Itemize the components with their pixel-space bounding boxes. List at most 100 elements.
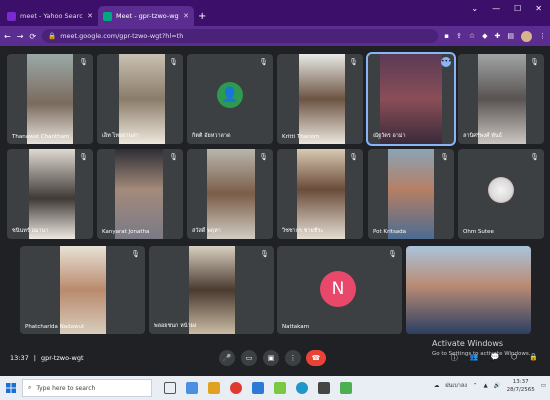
close-tab-icon[interactable]: ✕ (87, 12, 93, 20)
menu-icon[interactable]: ⋮ (539, 32, 546, 40)
participant-tile[interactable]: N 🎙 Nattakarn (277, 246, 402, 334)
tab-yahoo-search[interactable]: meet - Yahoo Search Results ✕ (2, 6, 98, 26)
reload-icon[interactable]: ⟳ (29, 32, 36, 41)
bookmark-star-icon[interactable]: ☆ (469, 32, 475, 40)
mic-muted-icon: 🎙 (131, 250, 140, 258)
participant-video (189, 246, 235, 334)
mic-muted-icon: 🎙 (79, 153, 88, 161)
window-controls: ⌄ — ☐ ✕ (471, 4, 542, 13)
camera-icon[interactable]: ▪ (444, 32, 449, 40)
profile-avatar[interactable] (521, 30, 532, 42)
edge-icon[interactable] (186, 382, 198, 394)
participant-tile[interactable]: 👤 🎙 กิตติ อัยหวาลาด (187, 54, 273, 144)
participant-name: Thanawat Chantham (12, 134, 70, 140)
mic-toggle-button[interactable]: 🎤 (219, 350, 235, 366)
participant-tile[interactable]: 🎙 สวัสดิ์ พฤหา (187, 149, 273, 239)
url-text: meet.google.com/gpr-tzwo-wgt?hl=th (60, 32, 184, 40)
meeting-code: gpr-tzwo-wgt (40, 354, 84, 362)
participant-name: เอ็ท ไทยอ่านสา (102, 133, 139, 139)
mic-muted-icon: 🎙 (169, 58, 178, 66)
participant-tile[interactable]: 🎙 Thanawat Chantham (7, 54, 93, 144)
chrome-icon[interactable] (340, 382, 352, 394)
participant-video (380, 54, 442, 144)
taskbar-apps (164, 382, 352, 394)
monitor-icon[interactable] (318, 382, 330, 394)
participant-tile[interactable]: 🎙 วิชชากร ชายชีระ (277, 149, 363, 239)
browser-tab-strip: meet - Yahoo Search Results ✕ Meet - gpr… (0, 0, 550, 26)
participant-tile-selected[interactable]: ••• ณัฐวัตร อาม่า (366, 52, 456, 146)
line-icon[interactable] (274, 382, 286, 394)
participant-tile[interactable]: 🎙 พลอยชนก หน้าผง (149, 246, 274, 334)
end-call-button[interactable]: ☎ (306, 350, 326, 366)
participant-name: ณัฐวัตร อาม่า (373, 133, 406, 139)
puzzle-icon[interactable]: ✚ (495, 32, 501, 40)
address-bar[interactable]: 🔒 meet.google.com/gpr-tzwo-wgt?hl=th (42, 29, 439, 43)
network-icon[interactable]: ▲ (484, 383, 488, 389)
tray-weather-text: ฝนเบาลง (445, 383, 467, 389)
participant-name: วิชชากร ชายชีระ (282, 228, 324, 234)
minimize-icon[interactable]: — (492, 4, 500, 13)
share-icon[interactable]: ⇪ (456, 32, 462, 40)
taskbar-search-box[interactable]: ⌕ Type here to search (22, 379, 152, 397)
clock[interactable]: 13:37 28/7/2565 (507, 378, 535, 394)
mail-icon[interactable] (252, 382, 264, 394)
participant-name: Nattakarn (282, 324, 310, 330)
participant-video (299, 54, 345, 144)
participant-name: กิตติ อัยหวาลาด (192, 133, 231, 139)
lock-icon: 🔒 (48, 32, 57, 40)
mic-muted-icon: 🎙 (259, 58, 268, 66)
extension-icon[interactable]: ◆ (482, 32, 487, 40)
participant-video (60, 246, 106, 334)
participant-tile[interactable]: 🎙 Kanyarat Jonatha (97, 149, 183, 239)
participant-name: Ohm Sutee (463, 229, 494, 235)
meet-favicon-icon (103, 11, 112, 21)
participant-tile[interactable]: 🎙 Ohm Sutee (458, 149, 544, 239)
participant-video (297, 149, 345, 239)
camera-toggle-button[interactable]: ▭ (241, 350, 257, 366)
participant-avatar: 👤 (217, 82, 243, 108)
start-button[interactable] (0, 376, 22, 400)
more-options-icon[interactable]: ••• (441, 57, 452, 67)
tab-meet[interactable]: Meet - gpr-tzwo-wgt ✕ (98, 6, 194, 26)
search-placeholder: Type here to search (36, 384, 96, 392)
file-explorer-icon[interactable] (208, 382, 220, 394)
meeting-details: 13:37 | gpr-tzwo-wgt (10, 354, 84, 362)
search-icon: ⌕ (28, 384, 32, 391)
participant-tile[interactable]: 🎙 ลานิศร์พงศ์ พันธ์ (458, 54, 544, 144)
activate-windows-title: Activate Windows (432, 339, 504, 348)
participant-avatar: N (320, 271, 356, 307)
opera-icon[interactable] (230, 382, 242, 394)
self-view-tile[interactable] (406, 246, 531, 334)
participant-video (115, 149, 163, 239)
participant-tile[interactable]: 🎙 Pot Kritsada (368, 149, 454, 239)
edge-browser-icon[interactable] (296, 382, 308, 394)
more-options-button[interactable]: ⋮ (285, 350, 301, 366)
participant-tile[interactable]: 🎙 ชนินทร์ อมานา (7, 149, 93, 239)
sidepanel-icon[interactable]: ▤ (507, 32, 514, 40)
participant-video (207, 149, 255, 239)
tab-title: meet - Yahoo Search Results (20, 12, 83, 20)
task-view-icon[interactable] (164, 382, 176, 394)
participant-tile[interactable]: 🎙 Phatcharida Nadawut (20, 246, 145, 334)
participant-name: Kanyarat Jonatha (102, 229, 150, 235)
chevron-up-icon[interactable]: ⌃ (473, 383, 478, 389)
forward-icon[interactable]: → (17, 32, 24, 41)
maximize-icon[interactable]: ☐ (514, 4, 521, 13)
mic-muted-icon: 🎙 (79, 58, 88, 66)
participant-name: Kritti Thanom (282, 134, 320, 140)
close-tab-icon[interactable]: ✕ (183, 12, 189, 20)
chevron-down-icon[interactable]: ⌄ (471, 4, 478, 13)
mic-muted-icon: 🎙 (349, 153, 358, 161)
present-screen-button[interactable]: ▣ (263, 350, 279, 366)
new-tab-button[interactable]: + (198, 11, 206, 22)
volume-icon[interactable]: 🔊 (494, 383, 501, 389)
participant-video (388, 149, 434, 239)
participant-tile[interactable]: 🎙 Kritti Thanom (277, 54, 363, 144)
back-icon[interactable]: ← (4, 32, 11, 41)
screen: meet - Yahoo Search Results ✕ Meet - gpr… (0, 0, 550, 400)
weather-icon[interactable]: ☁ (434, 383, 440, 389)
participant-video (478, 54, 526, 144)
close-window-icon[interactable]: ✕ (535, 4, 542, 13)
participant-tile[interactable]: 🎙 เอ็ท ไทยอ่านสา (97, 54, 183, 144)
notification-icon[interactable]: ▭ (541, 383, 546, 389)
